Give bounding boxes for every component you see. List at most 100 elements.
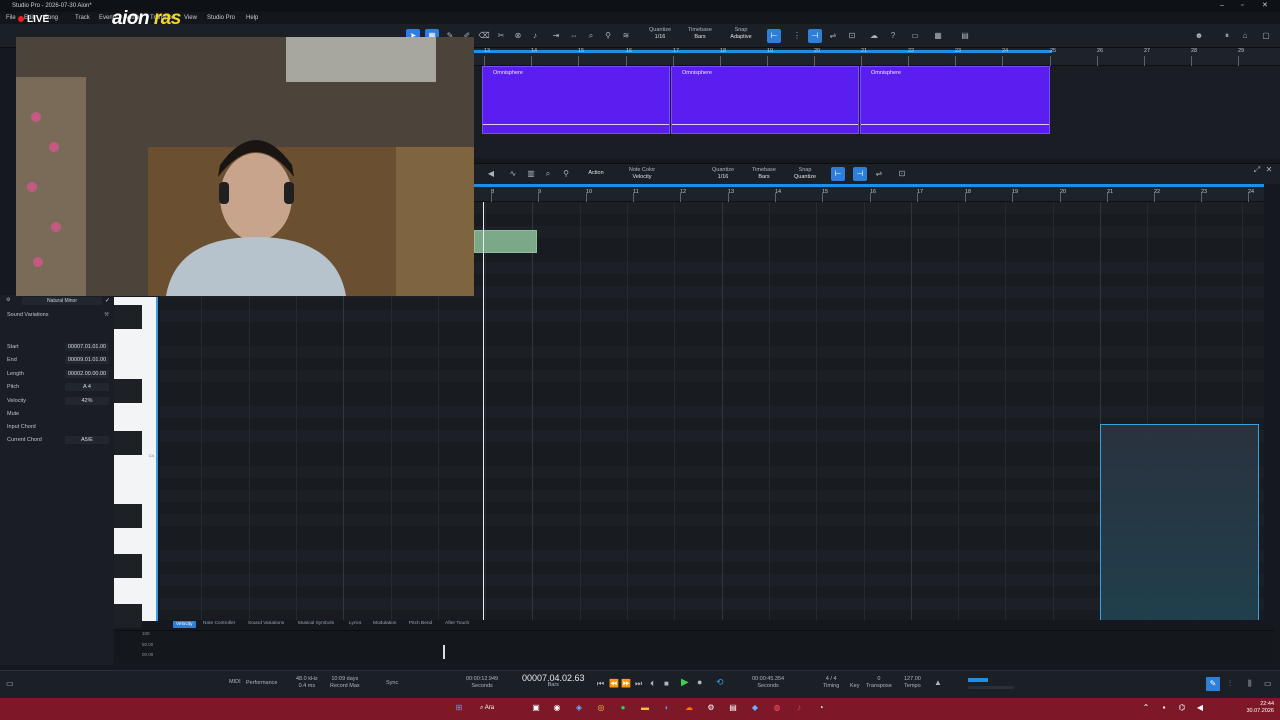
event-clip[interactable]: Omnisphere: [860, 66, 1050, 134]
snap-cursor-icon[interactable]: ⊣: [808, 29, 822, 43]
editor-snap-select[interactable]: Snap Quantize: [789, 167, 821, 181]
key-label[interactable]: Key: [850, 683, 859, 690]
black-key[interactable]: [114, 504, 142, 528]
mixer-icon[interactable]: ⫶: [1229, 680, 1231, 688]
browser-icon[interactable]: ▭: [1264, 680, 1272, 688]
time-signature[interactable]: 4 / 4 Timing: [823, 676, 839, 690]
metronome-icon[interactable]: ⚲: [559, 167, 573, 181]
network-icon[interactable]: ⌬: [1176, 702, 1188, 714]
rewind-icon[interactable]: ⏮: [597, 680, 604, 688]
master-volume-slider[interactable]: [968, 686, 1014, 689]
editor-loop-range[interactable]: [474, 184, 1264, 187]
black-key[interactable]: [114, 431, 142, 455]
taskbar-clock[interactable]: 22:44 30.07.2026: [1246, 701, 1274, 715]
scale-select[interactable]: Natural Minor: [22, 297, 102, 305]
black-key[interactable]: [114, 379, 142, 403]
current-chord-field[interactable]: A5/E: [65, 436, 109, 444]
cloud-icon[interactable]: ☁: [867, 29, 881, 43]
windows-start-icon[interactable]: ⊞: [453, 702, 465, 714]
tab-after-touch[interactable]: After Touch: [445, 621, 469, 626]
close-button[interactable]: ✕: [1262, 0, 1268, 12]
app-icon[interactable]: ◉: [551, 702, 563, 714]
tempo-control[interactable]: 127.00 Tempo: [904, 676, 921, 690]
steam-icon[interactable]: ⚙: [705, 702, 717, 714]
app-icon[interactable]: ◍: [771, 702, 783, 714]
snap-event-icon[interactable]: ⋮: [790, 29, 804, 43]
tray-app-icon[interactable]: ▪: [1158, 702, 1170, 714]
iq-tool-icon[interactable]: ≋: [619, 29, 633, 43]
studio-pro-icon[interactable]: ◆: [749, 702, 761, 714]
autoscroll-icon[interactable]: ⇌: [826, 29, 840, 43]
menu-view[interactable]: View: [184, 12, 197, 24]
tab-musical-symbols[interactable]: Musical Symbols: [298, 621, 334, 626]
tab-sound-variations[interactable]: Sound Variations: [248, 621, 284, 626]
record-icon[interactable]: ●: [697, 678, 702, 687]
performance-label[interactable]: Performance: [246, 680, 278, 687]
soundcloud-icon[interactable]: ☁: [683, 702, 695, 714]
speaker-icon[interactable]: ◀: [484, 167, 498, 181]
menu-studio-pro[interactable]: Studio Pro: [207, 12, 235, 24]
event-clip[interactable]: Omnisphere: [482, 66, 670, 134]
crop-icon[interactable]: ⊡: [845, 29, 859, 43]
keyboard-icon[interactable]: ▥: [524, 167, 538, 181]
chrome-icon[interactable]: ◎: [595, 702, 607, 714]
end-field[interactable]: 00009.01.01.00: [65, 356, 109, 364]
window-icon[interactable]: ▢: [1259, 29, 1273, 43]
help-icon[interactable]: ?: [886, 29, 900, 43]
playhead[interactable]: [483, 202, 484, 620]
piano-keyboard[interactable]: C4: [114, 297, 158, 628]
seconds-display[interactable]: 00:00:12.949 Seconds: [466, 676, 498, 690]
tiktok-icon[interactable]: ♪: [793, 702, 805, 714]
metronome-tool-icon[interactable]: ⚲: [601, 29, 615, 43]
tab-velocity[interactable]: Velocity: [173, 621, 196, 628]
volume-icon[interactable]: ◀: [1194, 702, 1206, 714]
task-view-icon[interactable]: ▣: [530, 702, 542, 714]
app-icon[interactable]: ◔: [815, 702, 827, 714]
play-icon[interactable]: ▶: [681, 678, 689, 688]
keyboard-toggle-icon[interactable]: ▭: [6, 680, 14, 688]
tab-modulation[interactable]: Modulation: [373, 621, 396, 626]
black-key[interactable]: [114, 554, 142, 578]
settings-icon[interactable]: ⚙: [6, 297, 10, 303]
menu-track[interactable]: Track: [75, 12, 90, 24]
controller-lane[interactable]: 100 50.00 00.00: [114, 630, 1274, 662]
zoom-tool-icon[interactable]: ⌕: [584, 29, 598, 43]
bars-display[interactable]: 00007.04.02.63 Bars: [522, 674, 585, 689]
folder-icon[interactable]: ▬: [639, 702, 651, 714]
metronome-icon[interactable]: ▲: [934, 679, 942, 687]
editor-quantize-select[interactable]: Quantize 1/16: [708, 167, 738, 181]
grid-view-icon[interactable]: ▦: [931, 29, 945, 43]
panel-icon[interactable]: ▤: [958, 29, 972, 43]
editor-snap-grid-icon[interactable]: ⊢: [831, 167, 845, 181]
bend-tool-icon[interactable]: ⇥: [549, 29, 563, 43]
black-key[interactable]: [114, 604, 142, 628]
start-field[interactable]: 00007.01.01.00: [65, 343, 109, 351]
mute-tool-icon[interactable]: ⊗: [511, 29, 525, 43]
tab-lyrics[interactable]: Lyrics: [349, 621, 361, 626]
velocity-field[interactable]: 42%: [65, 397, 109, 405]
expand-tool-icon[interactable]: ⇔: [567, 29, 581, 43]
tab-pitch-bend[interactable]: Pitch Bend: [409, 621, 432, 626]
arrangement-ruler[interactable]: 13 14 15 16 17 18 19 20 21 22 23 24 25 2…: [474, 48, 1280, 66]
snap-select[interactable]: Snap Adaptive: [725, 27, 757, 41]
timebase-select[interactable]: Timebase Bars: [684, 27, 716, 41]
mute-row[interactable]: Mute: [7, 410, 109, 418]
editor-snap-cursor-icon[interactable]: ⊣: [853, 167, 867, 181]
stop-icon[interactable]: ■: [664, 680, 669, 688]
sync-label[interactable]: Sync: [386, 680, 398, 687]
discord-icon[interactable]: ◐: [661, 702, 673, 714]
loop-display[interactable]: 00:00:45.354 Seconds: [752, 676, 784, 690]
note-color-select[interactable]: Note Color Velocity: [624, 167, 660, 181]
velocity-bar[interactable]: [443, 645, 445, 659]
channel-icon[interactable]: ⫼: [1248, 680, 1252, 688]
go-start-icon[interactable]: ⏴: [650, 680, 654, 688]
home-icon[interactable]: ⌂: [1238, 29, 1252, 43]
loop-icon[interactable]: ⟲: [716, 678, 724, 687]
pause-icon[interactable]: ⏸: [1220, 29, 1234, 43]
editor-autoscroll-icon[interactable]: ⇌: [872, 167, 886, 181]
split-tool-icon[interactable]: ✂: [494, 29, 508, 43]
menu-help[interactable]: Help: [246, 12, 258, 24]
menu-file[interactable]: File: [6, 12, 16, 24]
event-clip[interactable]: Omnisphere: [671, 66, 859, 134]
back-icon[interactable]: ⏪: [609, 680, 619, 688]
